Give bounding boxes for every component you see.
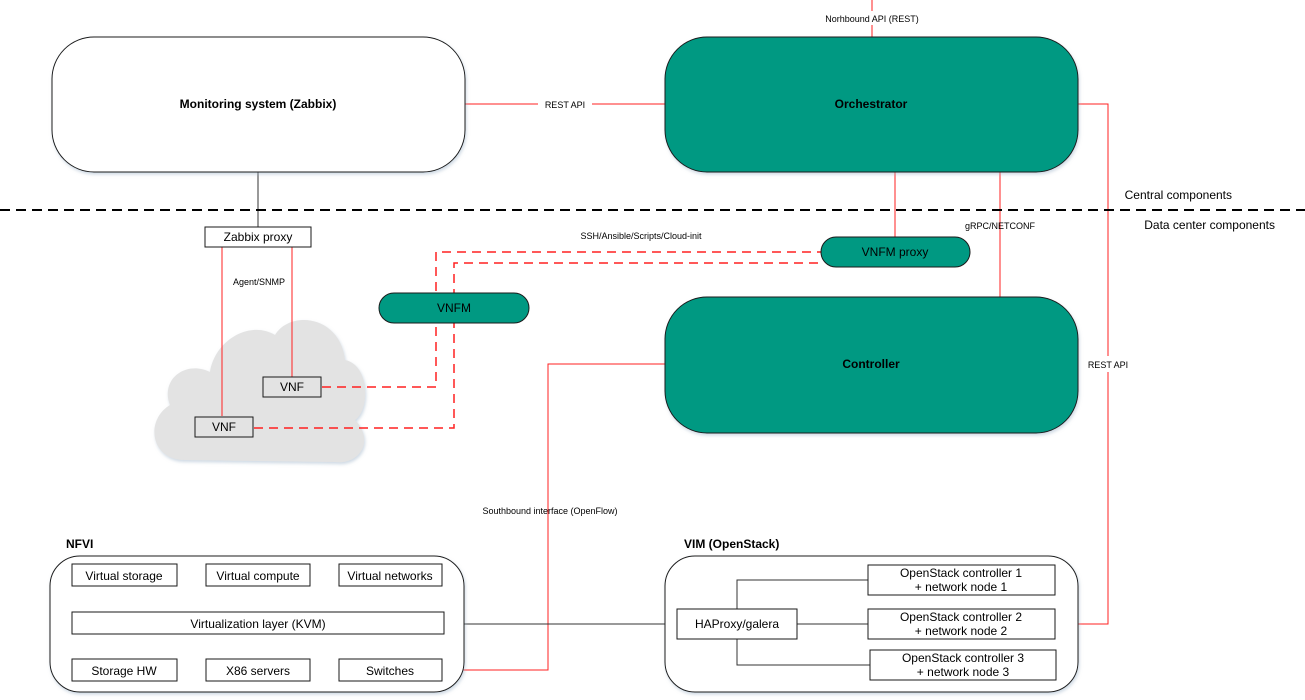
vnfm-proxy-label: VNFM proxy: [862, 245, 929, 259]
switches-label: Switches: [366, 664, 414, 678]
openstack-node-2-line2: + network node 2: [915, 624, 1008, 638]
grpc-netconf-label: gRPC/NETCONF: [965, 221, 1036, 231]
rest-api-right-label: REST API: [1088, 360, 1128, 370]
agent-snmp-label: Agent/SNMP: [233, 277, 285, 287]
nfvi-title: NFVI: [66, 537, 93, 551]
central-components-label: Central components: [1125, 188, 1232, 202]
virtualization-layer-label: Virtualization layer (KVM): [190, 617, 325, 631]
zabbix-proxy-label: Zabbix proxy: [224, 230, 293, 244]
virtual-compute-label: Virtual compute: [216, 569, 299, 583]
openstack-node-3-line2: + network node 3: [917, 665, 1010, 679]
vim-title: VIM (OpenStack): [684, 537, 779, 551]
x86-servers-label: X86 servers: [226, 664, 290, 678]
rest-api-link-right-a: [1078, 103, 1109, 356]
openstack-node-3-line1: OpenStack controller 3: [902, 651, 1024, 665]
vnfm-label: VNFM: [437, 301, 471, 315]
vnf-1-label: VNF: [280, 380, 304, 394]
openstack-node-1-line1: OpenStack controller 1: [900, 566, 1022, 580]
architecture-diagram: Monitoring system (Zabbix) Orchestrator …: [0, 0, 1305, 693]
openstack-node-2-line1: OpenStack controller 2: [900, 610, 1022, 624]
rest-api-link-right-b: [1078, 372, 1109, 625]
virtual-storage-label: Virtual storage: [85, 569, 162, 583]
southbound-interface-label: Southbound interface (OpenFlow): [482, 506, 617, 516]
ssh-ansible-label: SSH/Ansible/Scripts/Cloud-init: [580, 231, 702, 241]
data-center-components-label: Data center components: [1144, 218, 1275, 232]
openstack-node-1-line2: + network node 1: [915, 580, 1008, 594]
virtual-networks-label: Virtual networks: [347, 569, 432, 583]
rest-api-left-label: REST API: [545, 100, 585, 110]
vnf-2-label: VNF: [212, 420, 236, 434]
haproxy-galera-label: HAProxy/galera: [695, 617, 779, 631]
orchestrator-label: Orchestrator: [835, 97, 908, 111]
monitoring-system-label: Monitoring system (Zabbix): [180, 97, 337, 111]
cloud-shape: [154, 320, 366, 463]
controller-label: Controller: [842, 357, 900, 371]
northbound-api-label: Norhbound API (REST): [825, 14, 919, 24]
storage-hw-label: Storage HW: [91, 664, 157, 678]
